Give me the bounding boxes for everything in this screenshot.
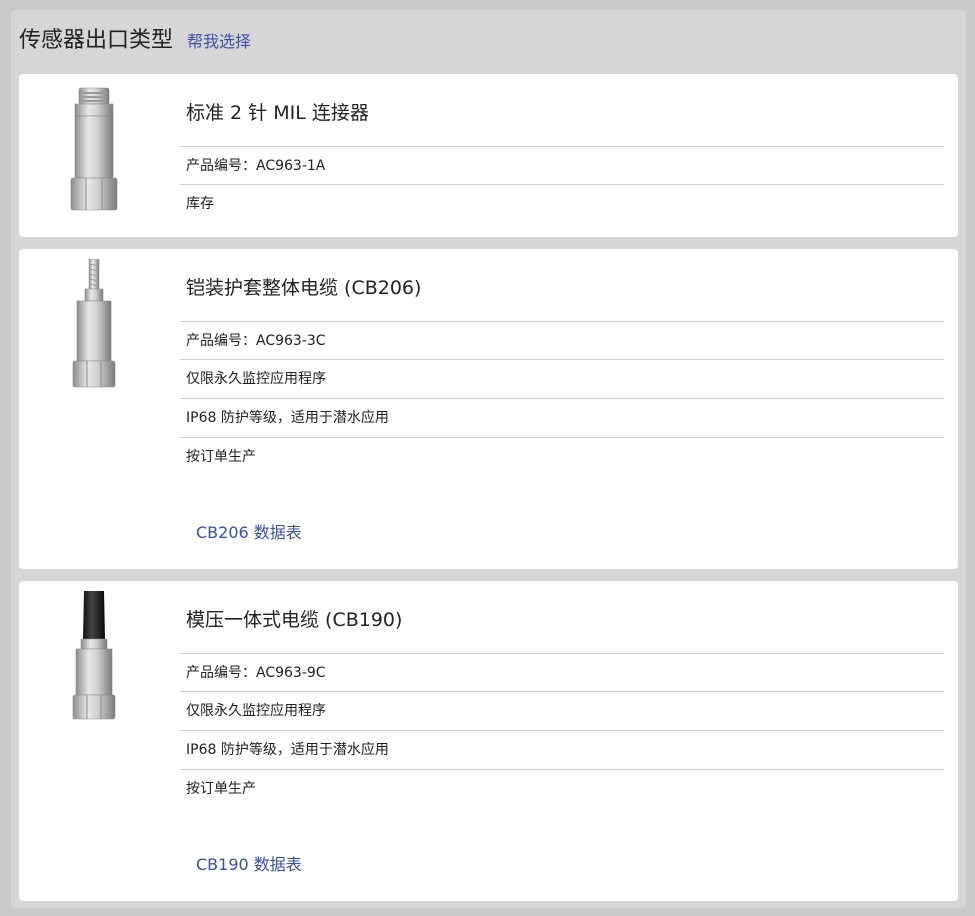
- product-feature: IP68 防护等级，适用于潜水应用: [180, 398, 944, 437]
- panel-header: 传感器出口类型 帮我选择: [19, 22, 251, 53]
- product-number: 产品编号：AC963-9C: [180, 653, 944, 691]
- product-info: 铠装护套整体电缆 (CB206) 产品编号：AC963-3C 仅限永久监控应用程…: [180, 249, 944, 476]
- product-card-armored-cable: 铠装护套整体电缆 (CB206) 产品编号：AC963-3C 仅限永久监控应用程…: [19, 249, 958, 569]
- product-availability: 按订单生产: [180, 437, 944, 476]
- armored-cable-sensor-icon: [72, 259, 116, 388]
- sensor-outlet-panel: 传感器出口类型 帮我选择 标准 2 针 MIL 连接器 产品编号：AC963-1…: [11, 10, 966, 908]
- mil-connector-sensor-icon: [70, 87, 118, 211]
- product-card-molded-cable: 模压一体式电缆 (CB190) 产品编号：AC963-9C 仅限永久监控应用程序…: [19, 581, 958, 901]
- product-card-mil-connector: 标准 2 针 MIL 连接器 产品编号：AC963-1A 库存: [19, 74, 958, 237]
- product-availability: 库存: [180, 184, 944, 223]
- product-info: 模压一体式电缆 (CB190) 产品编号：AC963-9C 仅限永久监控应用程序…: [180, 581, 944, 808]
- product-feature: IP68 防护等级，适用于潜水应用: [180, 730, 944, 769]
- help-me-choose-link[interactable]: 帮我选择: [187, 28, 251, 52]
- molded-cable-sensor-icon: [72, 591, 116, 720]
- product-number: 产品编号：AC963-3C: [180, 321, 944, 359]
- product-info: 标准 2 针 MIL 连接器 产品编号：AC963-1A 库存: [180, 74, 944, 223]
- product-availability: 按订单生产: [180, 769, 944, 808]
- cb206-datasheet-link[interactable]: CB206 数据表: [196, 519, 302, 543]
- product-title: 铠装护套整体电缆 (CB206): [186, 277, 422, 299]
- product-number: 产品编号：AC963-1A: [180, 146, 944, 184]
- page-title: 传感器出口类型: [19, 28, 174, 53]
- product-title: 模压一体式电缆 (CB190): [186, 609, 403, 631]
- cb190-datasheet-link[interactable]: CB190 数据表: [196, 851, 302, 875]
- product-feature: 仅限永久监控应用程序: [180, 691, 944, 730]
- product-feature: 仅限永久监控应用程序: [180, 359, 944, 398]
- product-title: 标准 2 针 MIL 连接器: [186, 102, 369, 124]
